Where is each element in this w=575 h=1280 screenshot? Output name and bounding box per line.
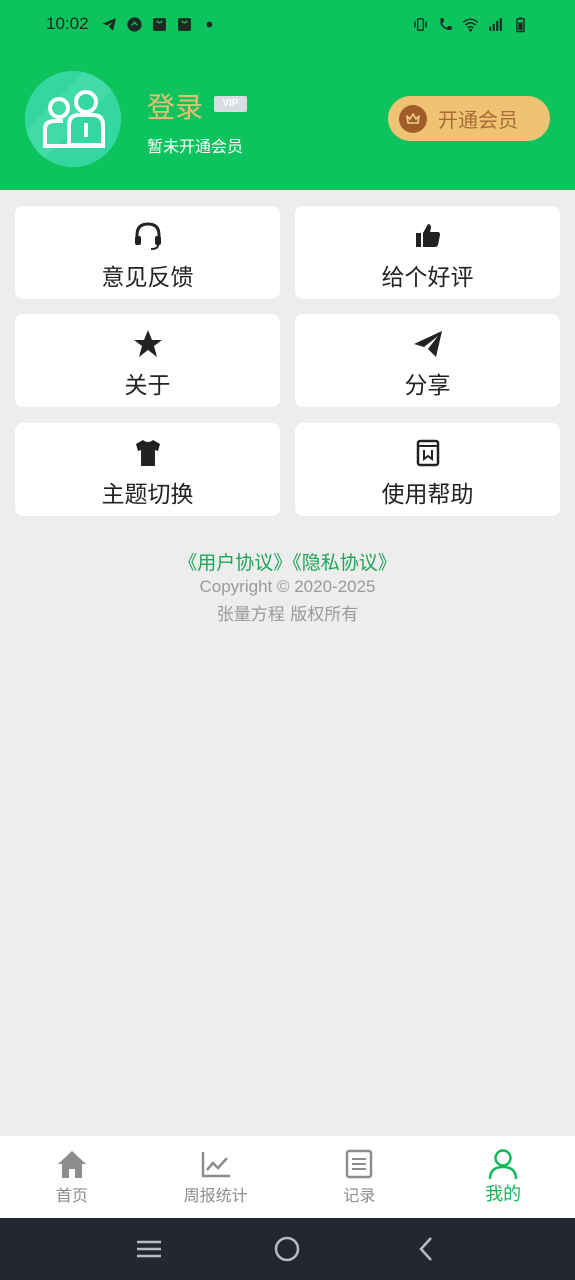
tshirt-icon [15,437,280,469]
telegram-icon [101,16,118,33]
nav-item-records[interactable]: 记录 [288,1136,432,1218]
profile-header: 登录 VIP 暂未开通会员 开通会员 [0,48,575,190]
system-back-button[interactable] [396,1219,456,1279]
nav-label-weekly-stats: 周报统计 [183,1186,248,1205]
nav-label-home: 首页 [55,1186,88,1205]
book-icon [295,437,560,469]
wifi-icon [462,16,479,33]
home-icon [0,1148,144,1180]
vip-badge: VIP [214,96,247,112]
nav-item-weekly-stats[interactable]: 周报统计 [144,1136,288,1218]
shopping-bag-icon [176,16,193,33]
home-circle-icon [275,1236,300,1262]
signal-icon [487,16,504,33]
theme-switch-label: 主题切换 [101,482,194,508]
privacy-policy-link[interactable]: 《隐私协议》 [292,552,397,574]
recent-apps-button[interactable] [119,1219,179,1279]
about-card[interactable]: 关于 [15,314,280,407]
help-label: 使用帮助 [381,482,474,508]
back-icon [419,1237,432,1261]
star-icon [15,328,280,360]
feedback-label: 意见反馈 [101,265,194,291]
user-agreement-link[interactable]: 《用户协议》 [178,552,292,574]
about-label: 关于 [124,373,171,399]
open-membership-label: 开通会员 [438,108,518,132]
nav-label-records: 记录 [343,1186,376,1205]
status-time: 10:02 [46,14,89,33]
dot-icon [201,16,218,33]
rate-app-label: 给个好评 [381,265,474,291]
theme-switch-card[interactable]: 主题切换 [15,423,280,516]
wifi-call-icon [437,16,454,33]
system-home-button[interactable] [257,1219,317,1279]
feedback-card[interactable]: 意见反馈 [15,206,280,299]
open-membership-button[interactable]: 开通会员 [388,96,550,141]
nav-label-mine: 我的 [485,1184,522,1205]
login-link[interactable]: 登录 [147,86,203,126]
nav-item-mine[interactable]: 我的 [431,1136,575,1218]
system-nav-bar [0,1218,575,1280]
status-right-icons [412,16,529,33]
list-document-icon [288,1148,432,1180]
paper-plane-icon [295,328,560,360]
shopping-bag-icon [151,16,168,33]
avatar[interactable] [25,71,121,167]
chat-bubble-icon [126,16,143,33]
thumbs-up-icon [295,220,560,252]
rights-text: 张量方程 版权所有 [216,605,359,625]
status-left-icons [101,16,218,33]
share-card[interactable]: 分享 [295,314,560,407]
headset-icon [15,220,280,252]
menu-icon [137,1240,162,1258]
agreement-links: 《用户协议》《隐私协议》 [0,548,575,575]
nav-item-home[interactable]: 首页 [0,1136,144,1218]
share-label: 分享 [404,373,451,399]
status-bar: 10:02 [0,0,575,48]
users-avatar-icon [25,71,121,167]
bottom-nav: 首页 周报统计 记录 我的 [0,1136,575,1218]
copyright-text: Copyright © 2020-2025 [199,577,376,596]
line-chart-icon [144,1148,288,1180]
crown-icon [399,104,427,133]
help-card[interactable]: 使用帮助 [295,423,560,516]
member-status-text: 暂未开通会员 [147,137,244,156]
person-icon [431,1148,575,1180]
vibrate-icon [412,16,429,33]
rate-app-card[interactable]: 给个好评 [295,206,560,299]
battery-icon [512,16,529,33]
